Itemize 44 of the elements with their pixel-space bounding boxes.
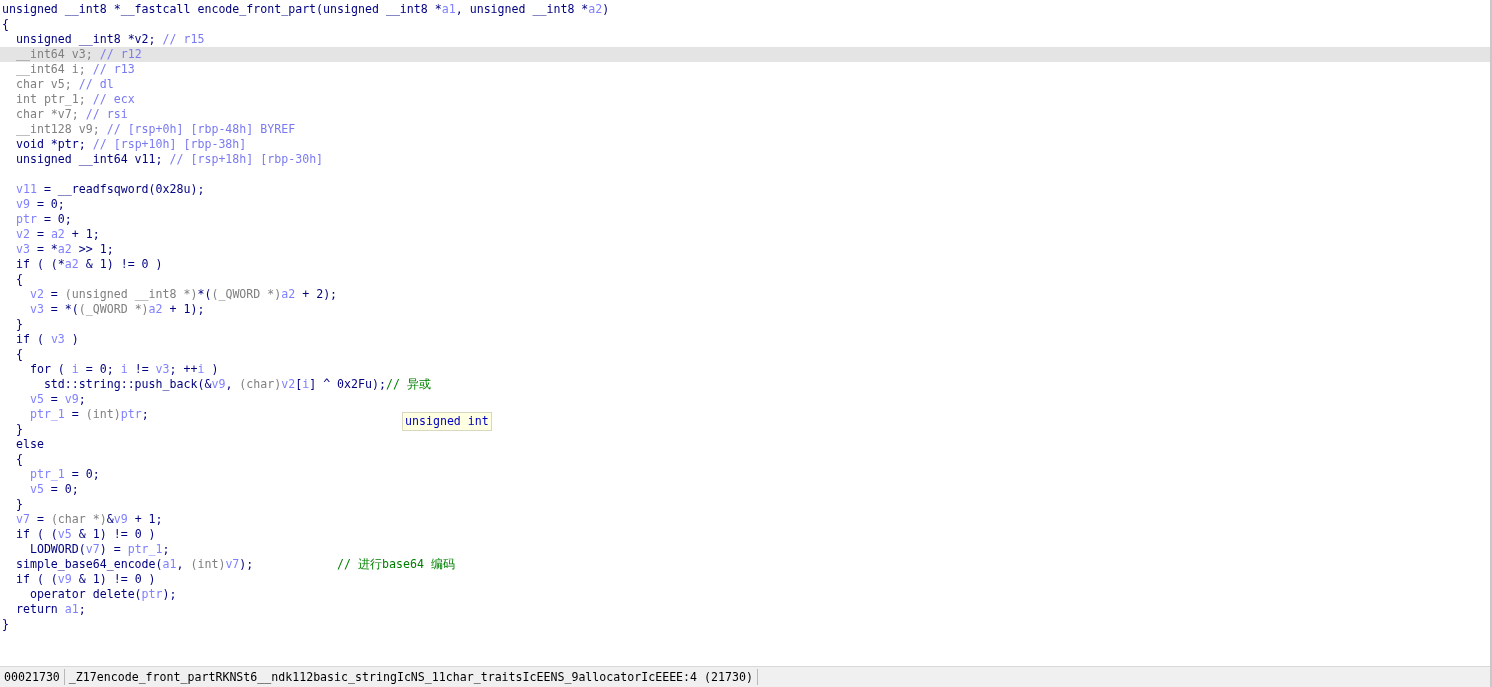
code-line: simple_base64_encode(a1, (int)v7); // 进行base64 编码 (14, 557, 455, 571)
code-line: else (14, 437, 44, 451)
code-line: } (14, 422, 23, 436)
code-line: if ( v3 ) (14, 332, 79, 346)
code-line: __int128 v9; // [rsp+0h] [rbp-48h] BYREF (14, 122, 296, 136)
code-line: { (14, 347, 23, 361)
code-line: { (14, 272, 23, 286)
code-line: int ptr_1; // ecx (14, 92, 135, 106)
code-line: void *ptr; // [rsp+10h] [rbp-38h] (14, 137, 247, 151)
code-line: v3 = *a2 >> 1; (14, 242, 114, 256)
code-line: v5 = v9; (28, 392, 86, 406)
code-line: operator delete(ptr); (28, 587, 177, 601)
code-line: v11 = __readfsqword(0x28u); (14, 182, 205, 196)
code-line: if ( (v5 & 1) != 0 ) (14, 527, 156, 541)
code-line: v9 = 0; (14, 197, 65, 211)
code-line: } (2, 617, 9, 631)
code-line: char *v7; // rsi (14, 107, 128, 121)
code-line: { (2, 17, 9, 31)
code-line: return a1; (14, 602, 86, 616)
code-line: std::string::push_back(&v9, (char)v2[i] ^ 0x2Fu);// 异或 (42, 377, 431, 391)
code-line: ptr_1 = (int)ptr; (28, 407, 149, 421)
address-text: 00021730 (0, 669, 65, 685)
code-line: for ( i = 0; i != v3; ++i ) (28, 362, 219, 376)
code-line: { (14, 452, 23, 466)
code-line: } (14, 317, 23, 331)
code-line: ptr = 0; (14, 212, 72, 226)
code-line: if ( (v9 & 1) != 0 ) (14, 572, 156, 586)
code-line: v5 = 0; (28, 482, 79, 496)
code-line: __int64 v3; // r12 (14, 47, 142, 61)
code-line: v3 = *((_QWORD *)a2 + 1); (28, 302, 205, 316)
code-line: ptr_1 = 0; (28, 467, 100, 481)
location-text: _Z17encode_front_partRKNSt6__ndk112basic_stringIcNS_11char_traitsIcEENS_9allocatorIcEEEE:4 (21730) (64, 669, 758, 685)
code-line: __int64 i; // r13 (14, 62, 135, 76)
code-line: v2 = (unsigned __int8 *)*((_QWORD *)a2 + 2); (28, 287, 338, 301)
code-line: LODWORD(v7) = ptr_1; (28, 542, 170, 556)
code-line: char v5; // dl (14, 77, 114, 91)
type-tooltip: unsigned int (402, 412, 492, 431)
code-line: } (14, 497, 23, 511)
code-line: unsigned __int8 *__fastcall encode_front_part(unsigned __int8 *a1, unsigned __int8 *a2) (2, 2, 610, 16)
code-line: unsigned __int8 *v2; // r15 (14, 32, 205, 46)
code-line: v7 = (char *)&v9 + 1; (14, 512, 163, 526)
code-line: v2 = a2 + 1; (14, 227, 100, 241)
code-line: if ( (*a2 & 1) != 0 ) (14, 257, 163, 271)
code-line: unsigned __int64 v11; // [rsp+18h] [rbp-30h] (14, 152, 324, 166)
